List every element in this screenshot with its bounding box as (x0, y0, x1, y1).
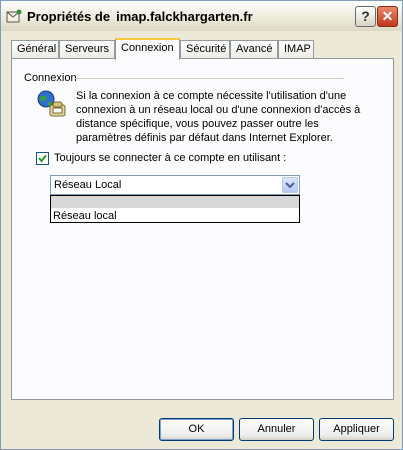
tab-imap[interactable]: IMAP (278, 40, 314, 58)
tab-panel-connexion: Connexion Si la connexion à ce compte né… (11, 58, 394, 400)
always-connect-checkbox[interactable] (36, 152, 49, 165)
title-prefix: Propriétés de (27, 9, 111, 24)
ok-button[interactable]: OK (159, 418, 234, 441)
group-divider (74, 78, 344, 79)
network-globe-phone-icon (37, 90, 66, 117)
tab-security[interactable]: Sécurité (180, 40, 230, 58)
tab-general[interactable]: Général (11, 40, 59, 58)
checkmark-icon (38, 154, 47, 163)
connection-dropdown-list: Réseau local (50, 195, 300, 223)
help-button[interactable]: ? (355, 6, 376, 27)
close-button[interactable]: ✕ (377, 6, 398, 27)
dropdown-arrow-button[interactable] (282, 177, 298, 193)
always-connect-label[interactable]: Toujours se connecter à ce compte en uti… (54, 152, 286, 164)
dropdown-option-empty[interactable] (51, 196, 299, 208)
cancel-button[interactable]: Annuler (239, 418, 314, 441)
tab-connexion[interactable]: Connexion (115, 38, 180, 60)
tab-advanced[interactable]: Avancé (230, 40, 278, 58)
tab-servers[interactable]: Serveurs (59, 40, 115, 58)
dropdown-option-reseau-local[interactable]: Réseau local (53, 210, 117, 222)
properties-dialog: Propriétés de imap.falckhargarten.fr ? ✕ … (0, 0, 403, 450)
mail-server-icon (6, 9, 22, 23)
connection-group-label: Connexion (24, 72, 77, 84)
apply-button[interactable]: Appliquer (319, 418, 394, 441)
connection-select[interactable]: Réseau Local (50, 175, 300, 195)
connection-select-value: Réseau Local (54, 179, 122, 191)
title-host: imap.falckhargarten.fr (116, 9, 253, 24)
window-title: Propriétés de imap.falckhargarten.fr (27, 9, 253, 24)
title-bar[interactable]: Propriétés de imap.falckhargarten.fr ? ✕ (1, 1, 402, 31)
connection-description: Si la connexion à ce compte nécessite l'… (76, 90, 361, 144)
chevron-down-icon (285, 182, 295, 189)
